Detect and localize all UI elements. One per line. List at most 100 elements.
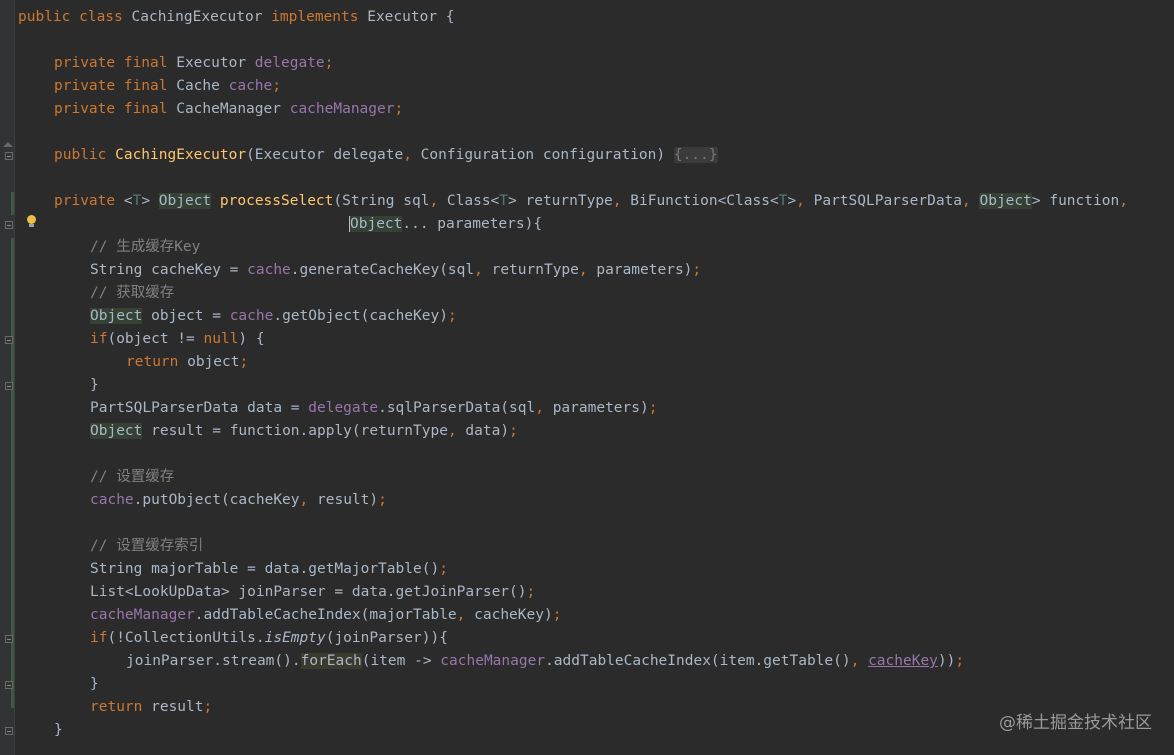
code-token: cache: [90, 492, 134, 508]
code-token: Object: [349, 216, 403, 232]
code-token: .getObject(cacheKey): [273, 308, 448, 324]
code-token: >: [141, 193, 159, 209]
code-token: .addTableCacheIndex(majorTable: [194, 607, 457, 623]
code-token: T: [132, 193, 142, 209]
code-token: ,: [429, 193, 447, 209]
code-line: Object object = cache.getObject(cacheKey…: [90, 305, 457, 328]
code-token: ;: [203, 699, 213, 715]
code-comment: // 设置缓存: [90, 469, 175, 485]
code-token: isEmpty: [264, 630, 326, 646]
code-token: ) {: [238, 331, 265, 347]
code-token: ,: [796, 193, 814, 209]
code-token: PartSQLParserData: [813, 193, 963, 209]
code-token: if: [90, 331, 108, 347]
code-token: ;: [509, 423, 518, 439]
fold-marker-icon[interactable]: [5, 221, 13, 229]
code-token: result): [317, 492, 379, 508]
code-token: ;: [955, 653, 965, 669]
code-token: cacheKey: [868, 653, 938, 669]
code-token: cache: [228, 78, 273, 94]
code-token: Class<: [446, 193, 500, 209]
code-token: String cacheKey =: [90, 262, 248, 278]
code-token: Executor: [176, 55, 255, 71]
code-token: )): [937, 653, 956, 669]
code-token: data): [465, 423, 510, 439]
code-token: returnType: [491, 262, 579, 278]
code-token: ;: [439, 561, 448, 577]
code-token: private final: [54, 55, 177, 71]
code-line-method-signature-cont: Object... parameters){: [349, 213, 542, 236]
code-token: ;: [324, 55, 334, 71]
code-comment: // 设置缓存索引: [90, 538, 204, 554]
code-token: ,: [456, 607, 475, 623]
code-token: ;: [648, 400, 658, 416]
code-token: private final: [54, 101, 177, 117]
code-token: processSelect: [219, 193, 334, 209]
code-line-field: private final Executor delegate;: [54, 52, 333, 75]
fold-arrow-icon[interactable]: [3, 142, 13, 147]
code-token: cacheManager: [289, 101, 395, 117]
fold-marker-icon[interactable]: [5, 336, 13, 344]
code-token: CachingExecutor: [131, 9, 272, 25]
fold-marker-icon[interactable]: [5, 152, 13, 160]
code-token: > returnType: [508, 193, 613, 209]
code-token: Object: [90, 308, 143, 324]
code-token: (joinParser)){: [325, 630, 448, 646]
code-token: ;: [692, 262, 702, 278]
watermark: @稀土掘金技术社区: [999, 713, 1152, 733]
code-token: Object: [979, 193, 1032, 209]
code-token: joinParser.stream().: [126, 653, 301, 669]
code-token: null: [203, 331, 239, 347]
code-comment: // 生成缓存Key: [90, 239, 201, 255]
code-token: public: [54, 147, 116, 163]
code-token: Cache: [176, 78, 229, 94]
code-editor[interactable]: public class CachingExecutor implements …: [18, 0, 1174, 755]
code-token: public class: [18, 9, 132, 25]
code-token: delegate: [308, 400, 379, 416]
code-line: cacheManager.addTableCacheIndex(majorTab…: [90, 604, 561, 627]
code-token: ,: [578, 262, 597, 278]
code-line: String majorTable = data.getMajorTable()…: [90, 558, 448, 581]
fold-marker-icon[interactable]: [5, 681, 13, 689]
code-token: (Executor delegate: [246, 147, 404, 163]
code-token: ;: [526, 584, 536, 600]
gutter-divider: [14, 0, 15, 755]
code-line: }: [54, 722, 63, 738]
code-token: String majorTable = data.getMajorTable(): [90, 561, 440, 577]
code-line-method-signature: private <T> Object processSelect(String …: [54, 190, 1128, 213]
code-token: ;: [239, 354, 249, 370]
code-token: cacheKey): [474, 607, 553, 623]
code-token: private: [54, 193, 124, 209]
code-token: object =: [142, 308, 230, 324]
code-token: T: [499, 193, 509, 209]
code-token: (String sql: [333, 193, 430, 209]
code-token: ;: [394, 101, 404, 117]
fold-marker-icon[interactable]: [5, 727, 13, 735]
code-line: if(object != null) {: [90, 328, 265, 351]
code-token: (!CollectionUtils.: [107, 630, 265, 646]
folded-code-block[interactable]: {...}: [673, 147, 718, 163]
code-token: ... parameters){: [402, 216, 543, 232]
code-token: parameters): [596, 262, 693, 278]
code-line: return result;: [90, 696, 212, 719]
code-line-constructor: public CachingExecutor(Executor delegate…: [54, 144, 718, 167]
code-token: return: [126, 354, 188, 370]
code-token: cache: [247, 262, 291, 278]
code-token: Object: [158, 193, 212, 209]
code-token: (item ->: [361, 653, 441, 669]
code-token: ,: [962, 193, 980, 209]
code-line-field: private final CacheManager cacheManager;: [54, 98, 403, 121]
code-line: cache.putObject(cacheKey, result);: [90, 489, 387, 512]
code-token: > function: [1031, 193, 1120, 209]
fold-marker-icon[interactable]: [5, 382, 13, 390]
code-line: return object;: [126, 351, 248, 374]
code-token: delegate: [254, 55, 325, 71]
code-token: cache: [229, 308, 274, 324]
code-token: ;: [378, 492, 387, 508]
code-token: private final: [54, 78, 177, 94]
code-token: (object !=: [107, 331, 204, 347]
fold-marker-icon[interactable]: [5, 635, 13, 643]
code-token: result: [151, 699, 204, 715]
code-line: }: [90, 377, 99, 393]
